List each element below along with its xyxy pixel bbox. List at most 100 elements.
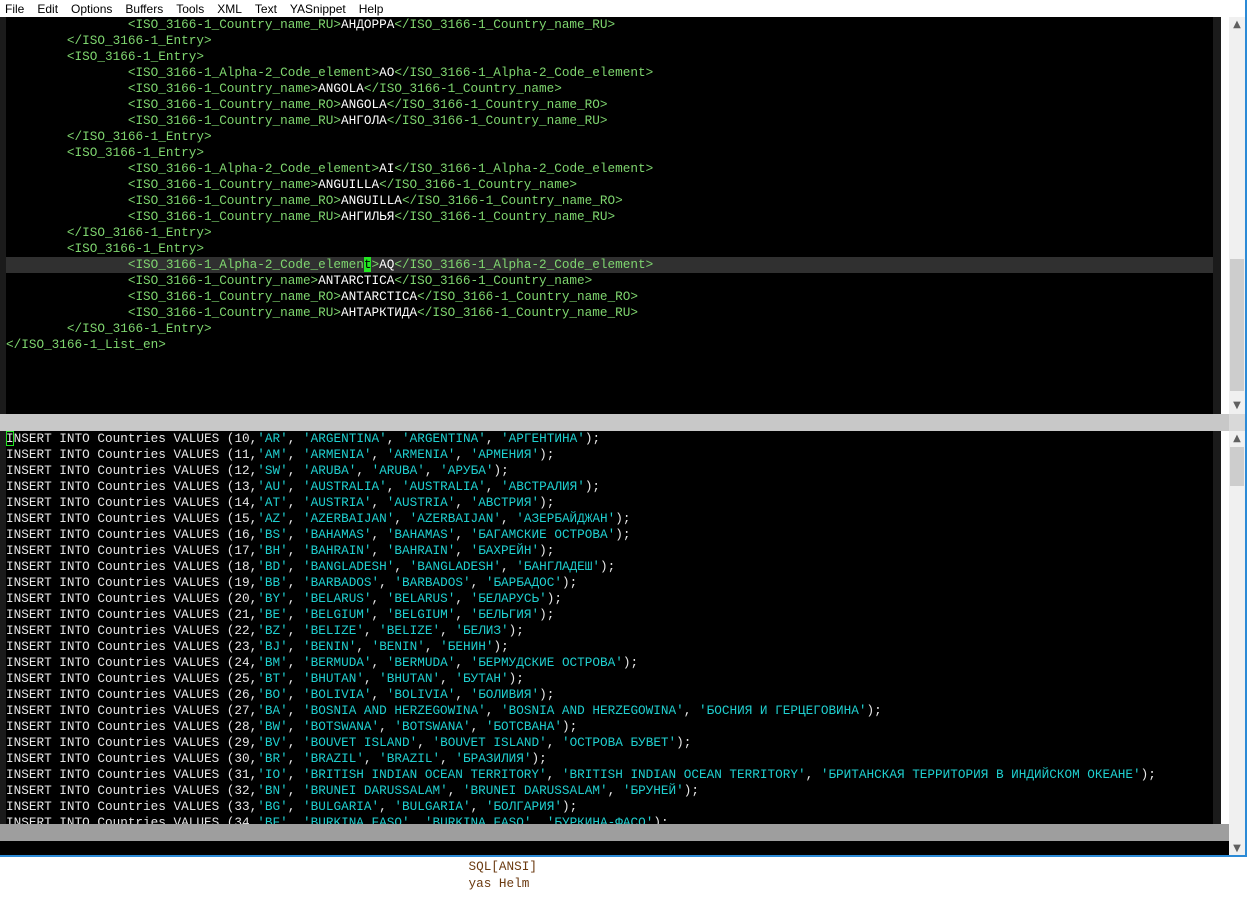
- sql-quote: ': [797, 767, 806, 782]
- punct: ,: [417, 735, 433, 750]
- sql-insert-prefix: INSERT INTO Countries VALUES (: [6, 463, 235, 478]
- sql-quote: ': [394, 719, 403, 734]
- punct: ,: [287, 591, 303, 606]
- xml-close-tag: </ISO_3166-1_Alpha-2_Code_element>: [394, 65, 654, 80]
- menu-help[interactable]: Help: [359, 2, 384, 16]
- xml-scrollbar[interactable]: ▲ ▼: [1229, 17, 1245, 414]
- sql-quote: ': [440, 463, 448, 478]
- xml-mode-line[interactable]: 46:47 U -d:/TEMP/test/Countries.xml Bot …: [0, 414, 1229, 498]
- sql-quote: ': [280, 575, 288, 590]
- menu-buffers[interactable]: Buffers: [125, 2, 163, 16]
- punct: );: [508, 671, 524, 686]
- punct: ,: [287, 767, 303, 782]
- sql-quote: ': [257, 815, 265, 824]
- scroll-up-icon[interactable]: ▲: [1229, 431, 1245, 447]
- sql-quote: ': [516, 511, 524, 526]
- sql-scrollbar[interactable]: ▲ ▼: [1229, 431, 1245, 857]
- sql-insert-prefix: INSERT INTO Countries VALUES (: [6, 623, 235, 638]
- sql-name: BAHRAIN: [310, 543, 364, 558]
- sql-insert-prefix: INSERT INTO Countries VALUES (: [6, 527, 235, 542]
- punct: );: [546, 591, 562, 606]
- punct: );: [561, 799, 578, 814]
- punct: );: [615, 527, 631, 542]
- scrollbar-thumb[interactable]: [1230, 447, 1244, 487]
- xml-close-tag: </ISO_3166-1_Country_name_RO>: [417, 289, 638, 304]
- sql-id: 24: [234, 655, 250, 670]
- sql-quote: ': [303, 479, 311, 494]
- sql-id: 27: [234, 703, 250, 718]
- sql-quote: ': [501, 703, 509, 718]
- sql-insert-prefix: INSERT INTO Countries VALUES (: [6, 479, 235, 494]
- sql-quote: ': [257, 719, 265, 734]
- punct: ,: [546, 735, 562, 750]
- sql-name-ru: БУРКИНА-ФАСО: [554, 815, 646, 824]
- minibuffer[interactable]: [0, 841, 1229, 855]
- sql-quote: ': [455, 623, 463, 638]
- sql-mode-line[interactable]: 1: 0 U -d:/TEMP/test/insert-data.sql Top…: [0, 824, 1229, 891]
- punct: ,: [287, 511, 303, 526]
- sql-code: IO: [264, 767, 281, 782]
- sql-id: 13: [234, 479, 250, 494]
- sql-name-ru: БРАЗИЛИЯ: [462, 751, 524, 766]
- sql-quote: ': [462, 575, 471, 590]
- sql-insert-prefix: INSERT INTO Countries VALUES (: [6, 639, 235, 654]
- sql-name-ru: АВСТРИЯ: [478, 495, 532, 510]
- xml-editor-window[interactable]: <ISO_3166-1_Country_name_RU>АНДОРРА</ISO…: [0, 17, 1221, 414]
- sql-quote: ': [280, 463, 288, 478]
- punct: ,: [501, 559, 517, 574]
- menu-edit[interactable]: Edit: [37, 2, 58, 16]
- punct: ,: [371, 495, 387, 510]
- sql-code: BG: [264, 799, 281, 814]
- sql-name: BOSNIA AND HERZEGOWINA: [310, 703, 479, 718]
- punct: );: [561, 719, 578, 734]
- punct: ,: [287, 607, 303, 622]
- xml-text: ANGOLA: [318, 81, 364, 96]
- punct: ,: [455, 687, 471, 702]
- sql-quote: ': [280, 735, 288, 750]
- sql-name-ro: BENIN: [379, 639, 418, 654]
- sql-name-ru: БАХРЕЙН: [478, 543, 532, 558]
- sql-quote: ': [432, 751, 441, 766]
- sql-quote: ': [531, 543, 540, 558]
- minor-modes[interactable]: yas Helm: [468, 876, 529, 891]
- sql-name-ro: BOUVET ISLAND: [440, 735, 540, 750]
- major-mode[interactable]: SQL[ANSI]: [468, 859, 537, 874]
- menu-text[interactable]: Text: [255, 2, 277, 16]
- xml-line: <ISO_3166-1_Country_name_RU>АНГИЛЬЯ</ISO…: [6, 209, 1213, 225]
- sql-name-ro: BHUTAN: [386, 671, 433, 686]
- punct: );: [600, 559, 616, 574]
- scroll-down-icon[interactable]: ▼: [1229, 398, 1245, 414]
- menu-options[interactable]: Options: [71, 2, 112, 16]
- menu-file[interactable]: File: [5, 2, 24, 16]
- sql-name-ru: БУТАН: [462, 671, 502, 686]
- punct: ,: [287, 751, 303, 766]
- sql-insert-prefix: NSERT INTO Countries VALUES (: [13, 431, 235, 446]
- sql-line: INSERT INTO Countries VALUES (15,'AZ', '…: [6, 511, 1213, 527]
- scrollbar-thumb[interactable]: [1230, 259, 1244, 391]
- menu-xml[interactable]: XML: [217, 2, 242, 16]
- sql-quote: ': [303, 527, 311, 542]
- punct: );: [539, 687, 555, 702]
- sql-quote: ': [303, 751, 311, 766]
- sql-quote: ': [363, 527, 372, 542]
- punct: ,: [287, 479, 303, 494]
- sql-quote: ': [280, 479, 288, 494]
- menu-tools[interactable]: Tools: [176, 2, 204, 16]
- sql-quote: ': [280, 527, 288, 542]
- sql-quote: ': [1133, 767, 1141, 782]
- sql-quote: ': [394, 799, 403, 814]
- sql-id: 11: [234, 447, 250, 462]
- sql-quote: ': [462, 719, 471, 734]
- menu-yasnippet[interactable]: YASnippet: [290, 2, 346, 16]
- sql-quote: ': [501, 431, 509, 446]
- scroll-up-icon[interactable]: ▲: [1229, 17, 1245, 33]
- sql-editor-window[interactable]: INSERT INTO Countries VALUES (10,'AR', '…: [0, 431, 1221, 824]
- xml-text: AQ: [379, 257, 395, 272]
- sql-line: INSERT INTO Countries VALUES (11,'AM', '…: [6, 447, 1213, 463]
- sql-quote: ': [577, 479, 585, 494]
- punct: ,: [287, 719, 303, 734]
- sql-insert-prefix: INSERT INTO Countries VALUES (: [6, 447, 235, 462]
